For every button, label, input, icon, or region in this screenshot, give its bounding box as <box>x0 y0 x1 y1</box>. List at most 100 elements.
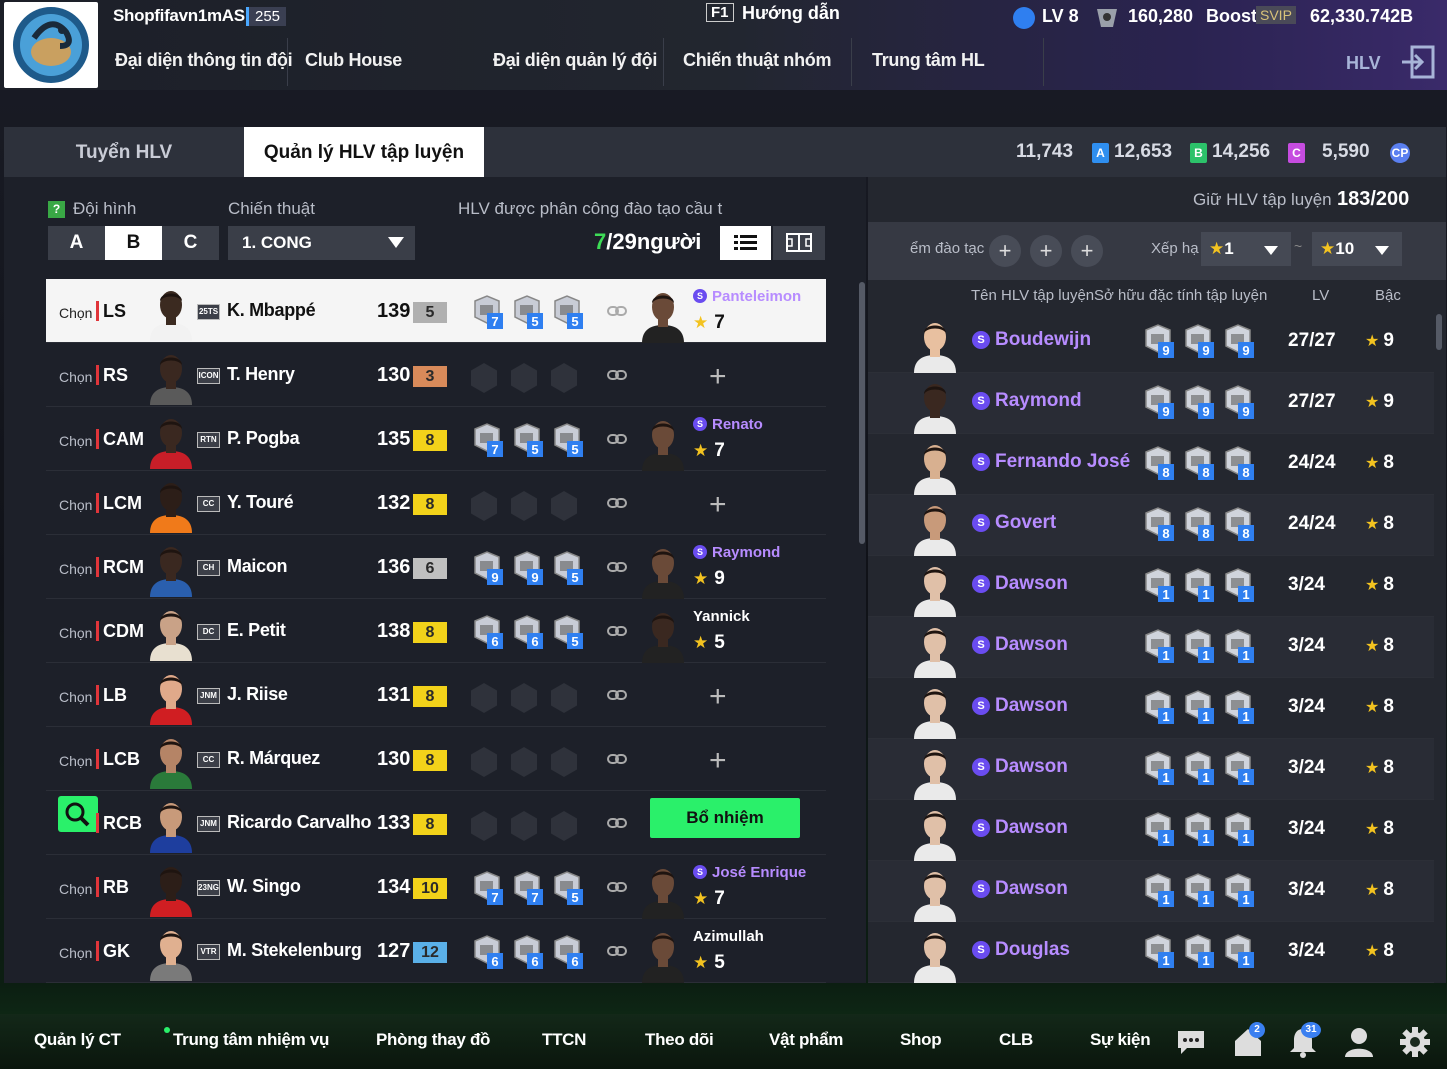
player-face <box>148 859 194 917</box>
nav-squad-management[interactable]: Quản lý CT <box>34 1030 121 1050</box>
formation-c-button[interactable]: C <box>162 226 219 260</box>
svg-text:8: 8 <box>1242 465 1249 480</box>
choose-label[interactable]: Chọn <box>59 753 92 769</box>
help-link[interactable]: Hướng dẫn <box>742 3 840 24</box>
nav-team-tactics[interactable]: Chiến thuật nhóm <box>683 50 831 71</box>
coach-row[interactable]: S Govert 8 8 8 24/24 ★ 8 <box>868 495 1434 556</box>
coach-stars: ★ 7 <box>693 440 725 462</box>
choose-label[interactable]: Chọn <box>59 881 92 897</box>
choose-label[interactable]: Chọn <box>59 369 92 385</box>
star-icon: ★ <box>1365 638 1380 655</box>
list-view-button[interactable] <box>720 226 771 260</box>
nav-locker-room[interactable]: Phòng thay đồ <box>376 1030 490 1050</box>
coach-name[interactable]: S Raymond <box>693 544 780 561</box>
help-key[interactable]: F1 <box>706 3 734 22</box>
coach-row[interactable]: S Dawson 1 1 1 3/24 ★ 8 <box>868 678 1434 739</box>
coach-row[interactable]: S Douglas 1 1 1 3/24 ★ 8 <box>868 922 1434 983</box>
coach-row[interactable]: S Raymond 9 9 9 27/27 ★ 9 <box>868 373 1434 434</box>
new-dot <box>164 1027 170 1033</box>
formation-b-button[interactable]: B <box>105 226 162 260</box>
choose-label[interactable]: Chọn <box>59 433 92 449</box>
coach-stars: ★ 9 <box>693 568 725 590</box>
coach-list-scrollbar[interactable] <box>1436 314 1442 350</box>
nav-events[interactable]: Sự kiện <box>1090 1030 1151 1050</box>
player-row[interactable]: Chọn RS ICON T. Henry 130 3 + <box>46 343 826 407</box>
appoint-button[interactable]: Bổ nhiệm <box>650 798 800 838</box>
exit-icon[interactable] <box>1400 44 1436 80</box>
coach-stars: ★ 7 <box>693 888 725 910</box>
add-coach-button[interactable]: + <box>709 360 727 394</box>
add-coach-button[interactable]: + <box>709 488 727 522</box>
profile-icon[interactable] <box>1343 1026 1375 1058</box>
player-row[interactable]: Chọn RB 23NG W. Singo 134 10 7 7 5 S José Enrique ★… <box>46 855 826 919</box>
player-list-scrollbar[interactable] <box>859 282 865 544</box>
choose-label[interactable]: Chọn <box>59 497 92 513</box>
nav-club-house[interactable]: Club House <box>305 50 402 71</box>
chat-icon[interactable] <box>1175 1026 1207 1058</box>
coach-row[interactable]: S Fernando José 8 8 8 24/24 ★ 8 <box>868 434 1434 495</box>
nav-team-manager[interactable]: Đại diện quản lý đội <box>493 50 657 71</box>
search-icon[interactable] <box>58 796 98 832</box>
nav-ttcn[interactable]: TTCN <box>542 1030 586 1050</box>
player-row[interactable]: Chọn LCB CC R. Márquez 130 8 + <box>46 727 826 791</box>
currency-c-icon: C <box>1288 143 1305 163</box>
choose-label[interactable]: Chọn <box>59 625 92 641</box>
player-row[interactable]: Chọn RCM CH Maicon 136 6 9 9 5 S Raymond ★ 9 <box>46 535 826 599</box>
player-row[interactable]: Chọn GK VTR M. Stekelenburg 127 12 6 6 6 Azimulla… <box>46 919 826 983</box>
player-row[interactable]: Chọn CDM DC E. Petit 138 8 6 6 5 Yannick ★ 5 <box>46 599 826 663</box>
coach-row[interactable]: S Dawson 1 1 1 3/24 ★ 8 <box>868 739 1434 800</box>
coach-rank: ★ 8 <box>1365 696 1394 718</box>
tab-manage-coach[interactable]: Quản lý HLV tập luyện <box>244 127 484 177</box>
player-row[interactable]: Chọn LCM CC Y. Touré 132 8 + <box>46 471 826 535</box>
choose-label[interactable]: Chọn <box>59 305 92 321</box>
choose-label[interactable]: Chọn <box>59 561 92 577</box>
svg-text:1: 1 <box>1162 953 1169 968</box>
player-row[interactable]: Chọn LS 25TS K. Mbappé 139 5 7 5 5 S Panteleimon ★ 7 <box>46 279 826 343</box>
choose-label[interactable]: Chọn <box>59 945 92 961</box>
nav-items[interactable]: Vật phẩm <box>769 1030 843 1050</box>
nav-mission-center[interactable]: Trung tâm nhiệm vụ <box>173 1030 329 1050</box>
help-icon[interactable]: ? <box>48 201 65 218</box>
col-level: LV <box>1312 287 1330 304</box>
coach-name-text: Dawson <box>995 573 1068 594</box>
tab-recruit-coach[interactable]: Tuyển HLV <box>4 127 244 177</box>
season-badge: 25TS <box>197 304 220 320</box>
add-filter-button[interactable]: + <box>1030 235 1062 267</box>
training-trait-icons: 6 6 6 <box>471 935 591 971</box>
coach-row[interactable]: S Dawson 1 1 1 3/24 ★ 8 <box>868 556 1434 617</box>
add-coach-button[interactable]: + <box>709 744 727 778</box>
nav-training-center[interactable]: Trung tâm HL <box>872 50 985 71</box>
player-ovr: 132 <box>377 492 411 514</box>
coach-name[interactable]: S Panteleimon <box>693 288 801 305</box>
coach-name[interactable]: S José Enrique <box>693 864 806 881</box>
coach-name[interactable]: Azimullah <box>693 928 764 945</box>
nav-team-info[interactable]: Đại diện thông tin đội <box>115 50 293 71</box>
coach-row[interactable]: S Boudewijn 9 9 9 27/27 ★ 9 <box>868 312 1434 373</box>
choose-label[interactable]: Chọn <box>59 689 92 705</box>
player-face <box>148 667 194 725</box>
tactic-select[interactable]: 1. CONG <box>228 226 415 260</box>
field-view-button[interactable] <box>773 226 825 260</box>
coach-name[interactable]: S Renato <box>693 416 763 433</box>
nav-watch[interactable]: Theo dõi <box>645 1030 714 1050</box>
player-face <box>148 283 194 341</box>
upgrade-grade: 6 <box>413 558 447 579</box>
add-filter-button[interactable]: + <box>1071 235 1103 267</box>
coach-level: 27/27 <box>1288 330 1336 351</box>
coach-name[interactable]: Yannick <box>693 608 750 625</box>
player-row[interactable]: Chọn CAM RTN P. Pogba 135 8 7 5 5 S Renato ★ 7 <box>46 407 826 471</box>
club-logo[interactable] <box>4 2 98 88</box>
player-row[interactable]: RCB JNM Ricardo Carvalho 133 8 Bổ nhiệm <box>46 791 826 855</box>
coach-row[interactable]: S Dawson 1 1 1 3/24 ★ 8 <box>868 861 1434 922</box>
coach-row[interactable]: S Dawson 1 1 1 3/24 ★ 8 <box>868 617 1434 678</box>
training-trait-icons: 8 8 8 <box>1142 507 1262 545</box>
player-row[interactable]: Chọn LB JNM J. Riise 131 8 + <box>46 663 826 727</box>
add-coach-button[interactable]: + <box>709 680 727 714</box>
formation-a-button[interactable]: A <box>48 226 105 260</box>
add-filter-button[interactable]: + <box>989 235 1021 267</box>
player-name: Y. Touré <box>227 492 294 512</box>
nav-shop[interactable]: Shop <box>900 1030 942 1050</box>
coach-row[interactable]: S Dawson 1 1 1 3/24 ★ 8 <box>868 800 1434 861</box>
nav-club[interactable]: CLB <box>999 1030 1033 1050</box>
gear-icon[interactable] <box>1399 1026 1431 1058</box>
